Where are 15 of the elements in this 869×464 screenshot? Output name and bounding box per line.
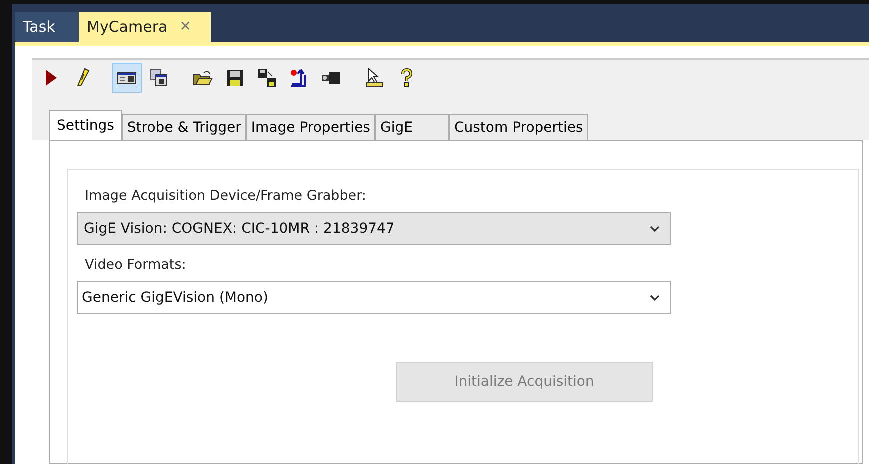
tab[interactable]: Settings	[49, 110, 122, 140]
field-label: Video Formats:	[85, 257, 188, 273]
chevron-down-icon	[650, 294, 660, 302]
tab[interactable]: Image Properties	[246, 114, 376, 140]
close-icon[interactable]: ✕	[180, 19, 192, 35]
tab[interactable]: GigE	[375, 114, 450, 140]
tab[interactable]: Custom Properties	[449, 114, 588, 140]
field-label: Image Acquisition Device/Frame Grabber:	[85, 188, 368, 204]
dropdown[interactable]: Generic GigEVision (Mono)	[77, 281, 671, 314]
document-tab[interactable]: Task	[15, 12, 79, 42]
tab[interactable]: Strobe & Trigger	[122, 114, 246, 140]
document-tab[interactable]: MyCamera ✕	[79, 12, 211, 42]
panel-icon[interactable]	[112, 63, 142, 93]
chevron-down-icon	[650, 224, 660, 232]
dropdown[interactable]: GigE Vision: COGNEX: CIC-10MR : 21839747	[77, 212, 671, 245]
